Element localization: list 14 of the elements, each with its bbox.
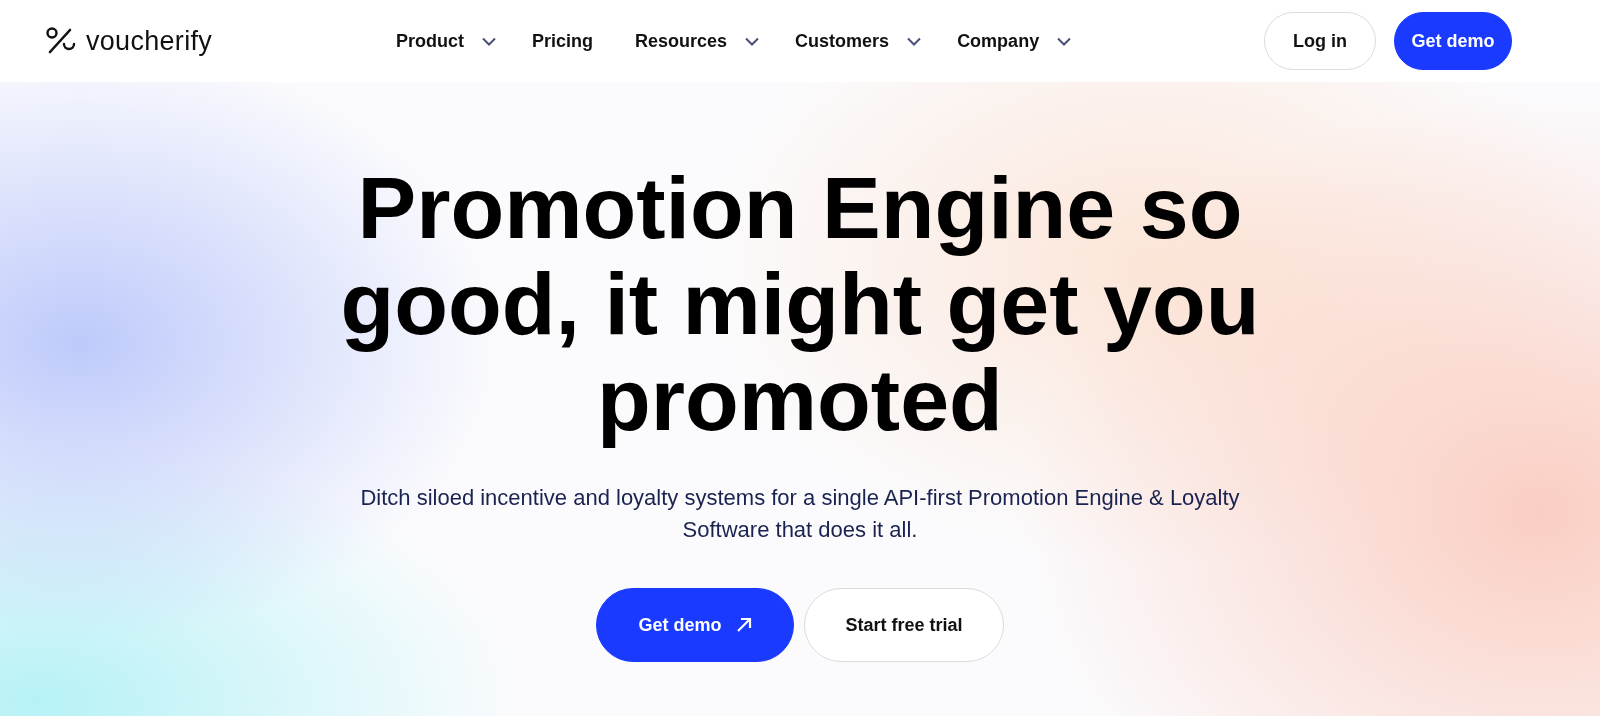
subtitle: Ditch siloed incentive and loyalty systems for a single API-first Promotion Engine & Loyalty Software that does it all. <box>359 484 1241 544</box>
get-demo-button[interactable]: Get demo <box>1394 12 1512 70</box>
nav-link[interactable]: Resources <box>635 30 760 52</box>
arrow-up-right-icon <box>735 617 752 633</box>
logo-text[interactable]: voucherify <box>86 25 213 57</box>
logo-icon <box>46 27 76 55</box>
free-trial-button[interactable]: Start free trial <box>804 588 1004 662</box>
nav-link[interactable]: Product <box>396 30 496 52</box>
headline: Promotion Engine so good, it might get you promoted <box>339 160 1261 448</box>
get-demo-button[interactable]: Get demo <box>596 588 794 662</box>
nav-link[interactable]: Customers <box>795 30 922 52</box>
login-button[interactable]: Log in <box>1264 12 1376 70</box>
nav-link[interactable]: Pricing <box>532 30 594 52</box>
nav-link[interactable]: Company <box>957 30 1072 52</box>
